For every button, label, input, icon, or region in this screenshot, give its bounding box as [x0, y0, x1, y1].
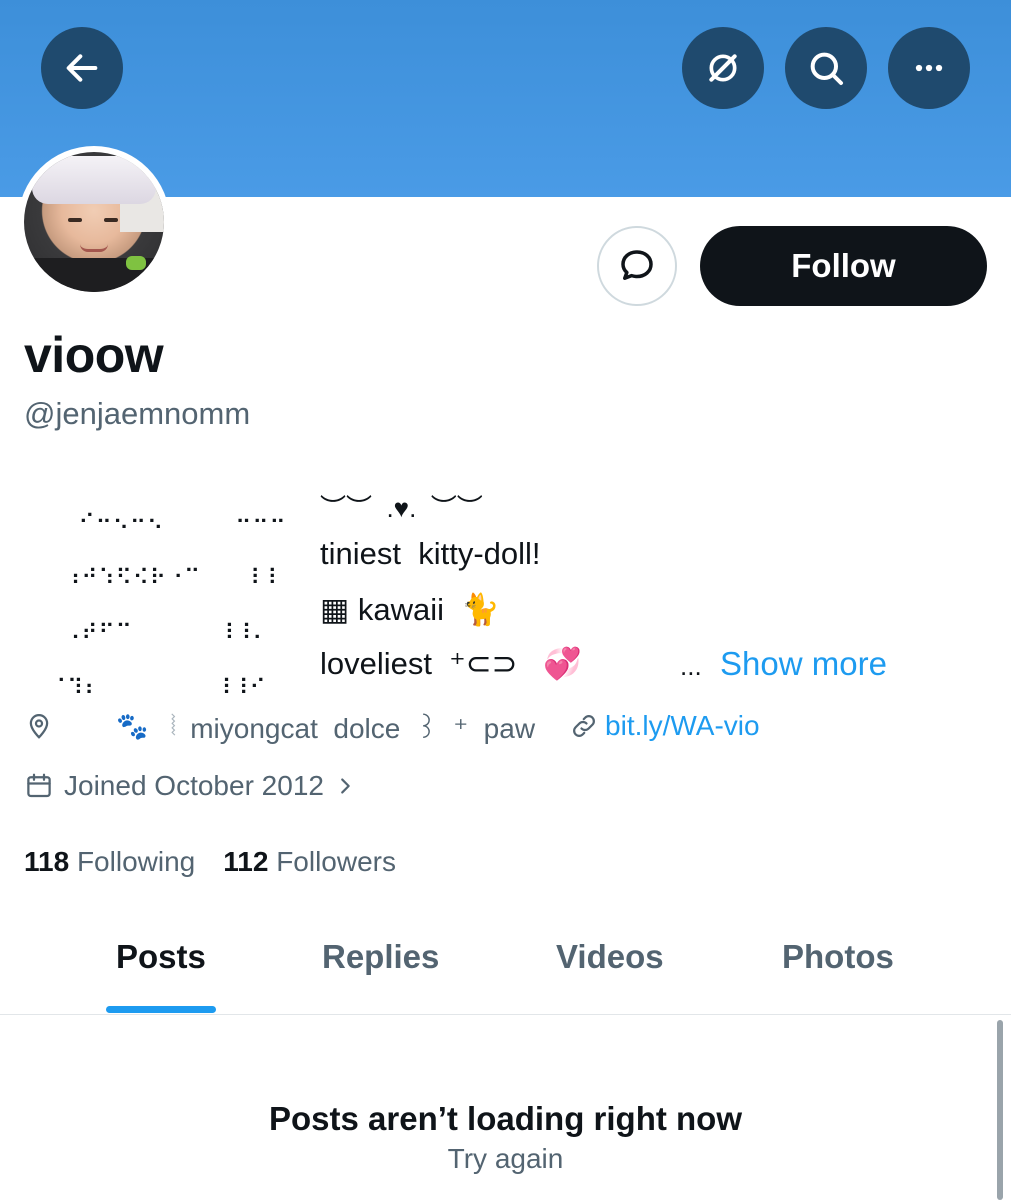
- scrollbar[interactable]: [997, 1020, 1003, 1200]
- feed-error-title: Posts aren’t loading right now: [268, 1100, 743, 1137]
- show-more-link[interactable]: ... Show more: [680, 645, 887, 683]
- back-button[interactable]: [41, 27, 123, 109]
- slash-circle-icon: [709, 54, 737, 82]
- map-pin-icon: [29, 714, 49, 739]
- followers-stat[interactable]: 112 Followers: [223, 846, 396, 878]
- bio-braille-art: ⠊⠒⠢⠒⠢ ⠒⠒⠒ ⠰⠚⠱⠫⠪⠗⠐⠉ ⠸⠸ ⠠⠞⠋⠉ ⠸⠸⠄ ⠈⠹⠆ ⠸⠸⠊: [50, 511, 287, 701]
- handle: @jenjaemnomm: [24, 396, 251, 431]
- paw-emoji: 🐾: [116, 710, 149, 741]
- arrow-left-icon: [66, 54, 98, 82]
- location-text: miyongcat dolce ꒱ ⁺ paw: [190, 712, 536, 744]
- following-count: 118: [24, 846, 70, 877]
- grok-button[interactable]: [682, 27, 764, 109]
- avatar-hair: [32, 156, 156, 204]
- followers-label: Followers: [276, 846, 396, 877]
- tab-photos[interactable]: Photos: [782, 938, 894, 976]
- tab-posts[interactable]: Posts: [116, 938, 206, 976]
- bio-ellipsis: ...: [680, 651, 702, 681]
- profile-tabs: Posts Replies Videos Photos: [0, 920, 1011, 1015]
- tab-replies[interactable]: Replies: [322, 938, 439, 976]
- followers-count: 112: [223, 846, 269, 877]
- message-button[interactable]: [597, 226, 677, 306]
- joined-text: Joined October 2012: [64, 770, 324, 801]
- bio-line: tiniest kitty-doll!: [320, 536, 541, 571]
- search-icon: [810, 52, 843, 85]
- website-link[interactable]: bit.ly/WA-vio: [569, 710, 760, 742]
- bio-line: ▦ kawaii 🐈: [320, 592, 500, 627]
- calendar-icon: [27, 773, 51, 798]
- follow-stats: 118 Following 112 Followers: [24, 846, 424, 878]
- chevron-right-icon: [341, 778, 350, 794]
- profile-meta: 🐾 ⦚ miyongcat dolce ꒱ ⁺ paw bit.ly/WA-vi…: [24, 706, 760, 746]
- follow-button[interactable]: Follow: [700, 226, 987, 306]
- active-tab-indicator: [106, 1006, 216, 1013]
- following-stat[interactable]: 118 Following: [24, 846, 195, 878]
- avatar-mouth: [80, 244, 108, 252]
- avatar-eye: [68, 218, 82, 222]
- show-more-label[interactable]: Show more: [720, 645, 887, 682]
- avatar: [24, 152, 164, 292]
- website-link-text[interactable]: bit.ly/WA-vio: [605, 710, 760, 742]
- search-button[interactable]: [785, 27, 867, 109]
- following-label: Following: [76, 846, 196, 877]
- try-again-button[interactable]: Try again: [0, 1143, 1011, 1175]
- link-icon: [573, 715, 595, 737]
- tab-videos[interactable]: Videos: [556, 938, 664, 976]
- bio-line: loveliest ⁺⊂⊃ 💞: [320, 646, 582, 681]
- avatar-frame[interactable]: [18, 146, 170, 298]
- display-name: vioow: [24, 327, 164, 383]
- more-horizontal-icon: [915, 64, 943, 72]
- more-button[interactable]: [888, 27, 970, 109]
- joined-date[interactable]: Joined October 2012: [24, 770, 356, 802]
- bio-decoration-line: ︶︶ .♥. ︶︶: [320, 493, 483, 523]
- location-separator: ⦚: [170, 709, 177, 741]
- message-bubble-icon: [621, 250, 653, 280]
- avatar-eye: [104, 218, 118, 222]
- avatar-sticker: [126, 256, 146, 270]
